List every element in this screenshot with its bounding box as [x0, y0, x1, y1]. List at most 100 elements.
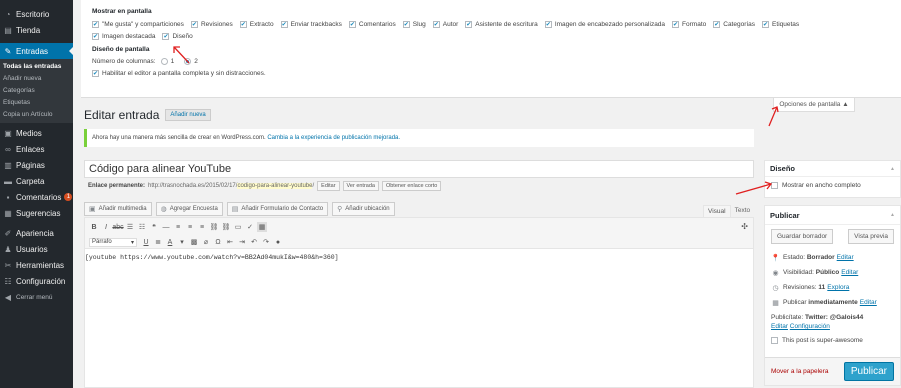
menu-cerrar[interactable]: ◀ Cerrar menú	[0, 289, 73, 305]
submenu-todas[interactable]: Todas las entradas	[0, 61, 73, 73]
media-icon: ▣	[4, 128, 12, 138]
shortlink-button[interactable]: Obtener enlace corto	[381, 181, 442, 191]
add-media-button[interactable]: ▣ Añadir multimedia	[84, 202, 152, 216]
screen-options-panel: Mostrar en pantalla ✔ "Me gusta" y compar…	[81, 0, 901, 98]
trash-link[interactable]: Mover a la papelera	[771, 368, 828, 375]
option-imagen-destacada[interactable]: ✔ Imagen destacada	[92, 33, 155, 40]
permalink-edit-button[interactable]: Editar	[317, 181, 340, 191]
publish-button[interactable]: Publicar	[843, 362, 894, 381]
special-char-icon[interactable]: Ω	[213, 237, 223, 247]
option-diseno[interactable]: ✔ Diseño	[162, 33, 193, 40]
toolbar-toggle-icon[interactable]: ▦	[257, 222, 267, 232]
menu-carpeta[interactable]: ▬ Carpeta	[0, 173, 73, 189]
comments-count-badge: 1	[64, 193, 73, 201]
clear-formatting-icon[interactable]: ⌀	[201, 237, 211, 247]
option-comentarios[interactable]: ✔ Comentarios	[348, 21, 396, 28]
menu-usuarios[interactable]: ♟ Usuarios	[0, 241, 73, 257]
format-select[interactable]: Párrafo ▾	[89, 237, 137, 247]
menu-escritorio[interactable]: ◔ Escritorio	[0, 6, 73, 22]
edit-schedule-link[interactable]: Editar	[860, 299, 877, 306]
menu-sugerencias[interactable]: ▦ Sugerencias	[0, 205, 73, 221]
columns-label: Número de columnas:	[92, 58, 156, 65]
view-post-button[interactable]: Ver entrada	[342, 181, 379, 191]
menu-enlaces[interactable]: ∞ Enlaces	[0, 141, 73, 157]
submenu-copia[interactable]: Copia un Artículo	[0, 109, 73, 121]
option-etiquetas[interactable]: ✔ Etiquetas	[762, 21, 799, 28]
option-trackbacks[interactable]: ✔ Enviar trackbacks	[280, 21, 342, 28]
option-formato[interactable]: ✔ Formato	[672, 21, 706, 28]
editor-content[interactable]: [youtube https://www.youtube.com/watch?v…	[85, 249, 753, 261]
underline-icon[interactable]: U	[141, 237, 151, 247]
menu-entradas[interactable]: ✎ Entradas	[0, 43, 73, 59]
align-right-icon[interactable]: ≡	[197, 222, 207, 232]
option-likes[interactable]: ✔ "Me gusta" y comparticiones	[92, 21, 184, 28]
radio-col1[interactable]	[160, 58, 168, 65]
menu-paginas[interactable]: ▥ Páginas	[0, 157, 73, 173]
checkbox-unchecked-icon[interactable]	[771, 182, 778, 189]
save-draft-button[interactable]: Guardar borrador	[771, 229, 834, 244]
unlink-icon[interactable]: ⛓	[221, 222, 231, 232]
strikethrough-icon[interactable]: abc	[112, 222, 123, 232]
menu-medios[interactable]: ▣ Medios	[0, 125, 73, 141]
publicize-edit-link[interactable]: Editar	[771, 323, 788, 330]
checkbox-unchecked-icon[interactable]	[771, 337, 778, 344]
text-color-icon[interactable]: A	[165, 237, 175, 247]
paste-text-icon[interactable]: ▩	[189, 237, 199, 247]
option-slug[interactable]: ✔ Slug	[402, 21, 426, 28]
radio-col2[interactable]	[184, 58, 192, 65]
layout-box-header[interactable]: Diseño ▲	[765, 161, 900, 177]
outdent-icon[interactable]: ⇤	[225, 237, 235, 247]
add-location-button[interactable]: ⚲ Añadir ubicación	[332, 202, 395, 216]
quote-icon[interactable]: ❝	[149, 222, 159, 232]
expand-icon[interactable]: ✣	[741, 222, 748, 231]
chevron-down-icon[interactable]: ▾	[177, 237, 187, 247]
add-contact-form-button[interactable]: ▤ Añadir Formulario de Contacto	[226, 202, 329, 216]
submenu-etiquetas[interactable]: Etiquetas	[0, 97, 73, 109]
undo-icon[interactable]: ↶	[249, 237, 259, 247]
justify-icon[interactable]: ≣	[153, 237, 163, 247]
option-extracto[interactable]: ✔ Extracto	[239, 21, 274, 28]
tab-visual[interactable]: Visual	[703, 205, 731, 217]
publish-box-header[interactable]: Publicar ▲	[765, 206, 900, 225]
option-imagen-encabezado[interactable]: ✔ Imagen de encabezado personalizada	[544, 21, 665, 28]
page-title-row: Editar entrada Añadir nueva	[84, 108, 211, 122]
publicize-config-link[interactable]: Configuración	[790, 323, 830, 330]
spellcheck-icon[interactable]: ✓	[245, 222, 255, 232]
add-poll-button[interactable]: ◍ Agregar Encuesta	[155, 202, 223, 216]
option-autor[interactable]: ✔ Autor	[432, 21, 458, 28]
horizontal-rule-icon[interactable]: —	[161, 222, 171, 232]
option-asistente[interactable]: ✔ Asistente de escritura	[465, 21, 538, 28]
permalink-slug[interactable]: codigo-para-alinear-youtube	[237, 183, 313, 189]
link-icon[interactable]: ⛓	[209, 222, 219, 232]
menu-tienda[interactable]: ▤ Tienda	[0, 22, 73, 38]
edit-visibility-link[interactable]: Editar	[841, 269, 858, 276]
menu-comentarios[interactable]: ▪ Comentarios 1	[0, 189, 73, 205]
menu-herramientas[interactable]: ✂ Herramientas	[0, 257, 73, 273]
align-left-icon[interactable]: ≡	[173, 222, 183, 232]
option-categorias[interactable]: ✔ Categorías	[713, 21, 755, 28]
align-center-icon[interactable]: ≡	[185, 222, 195, 232]
indent-icon[interactable]: ⇥	[237, 237, 247, 247]
help-icon[interactable]: ●	[273, 237, 283, 247]
menu-configuracion[interactable]: ☷ Configuración	[0, 273, 73, 289]
col2-label: 2	[194, 58, 198, 65]
edit-status-link[interactable]: Editar	[837, 254, 854, 261]
menu-apariencia[interactable]: ✐ Apariencia	[0, 225, 73, 241]
browse-revisions-link[interactable]: Explora	[827, 284, 849, 291]
more-tag-icon[interactable]: ▭	[233, 222, 243, 232]
notice-link[interactable]: Cambia a la experiencia de publicación m…	[267, 135, 400, 141]
redo-icon[interactable]: ↷	[261, 237, 271, 247]
numbered-list-icon[interactable]: ☷	[137, 222, 147, 232]
option-fullscreen[interactable]: ✔ Habilitar el editor a pantalla completa…	[92, 70, 266, 77]
tab-text[interactable]: Texto	[731, 205, 755, 217]
post-title-input[interactable]: Código para alinear YouTube	[84, 160, 754, 178]
preview-button[interactable]: Vista previa	[848, 229, 894, 244]
option-revisiones[interactable]: ✔ Revisiones	[190, 21, 233, 28]
screen-options-tab[interactable]: Opciones de pantalla ▲	[773, 98, 855, 112]
bold-icon[interactable]: B	[89, 222, 99, 232]
submenu-categorias[interactable]: Categorías	[0, 85, 73, 97]
add-new-button[interactable]: Añadir nueva	[165, 109, 211, 121]
italic-icon[interactable]: I	[101, 222, 111, 232]
submenu-anadir[interactable]: Añadir nueva	[0, 73, 73, 85]
bullet-list-icon[interactable]: ☰	[125, 222, 135, 232]
